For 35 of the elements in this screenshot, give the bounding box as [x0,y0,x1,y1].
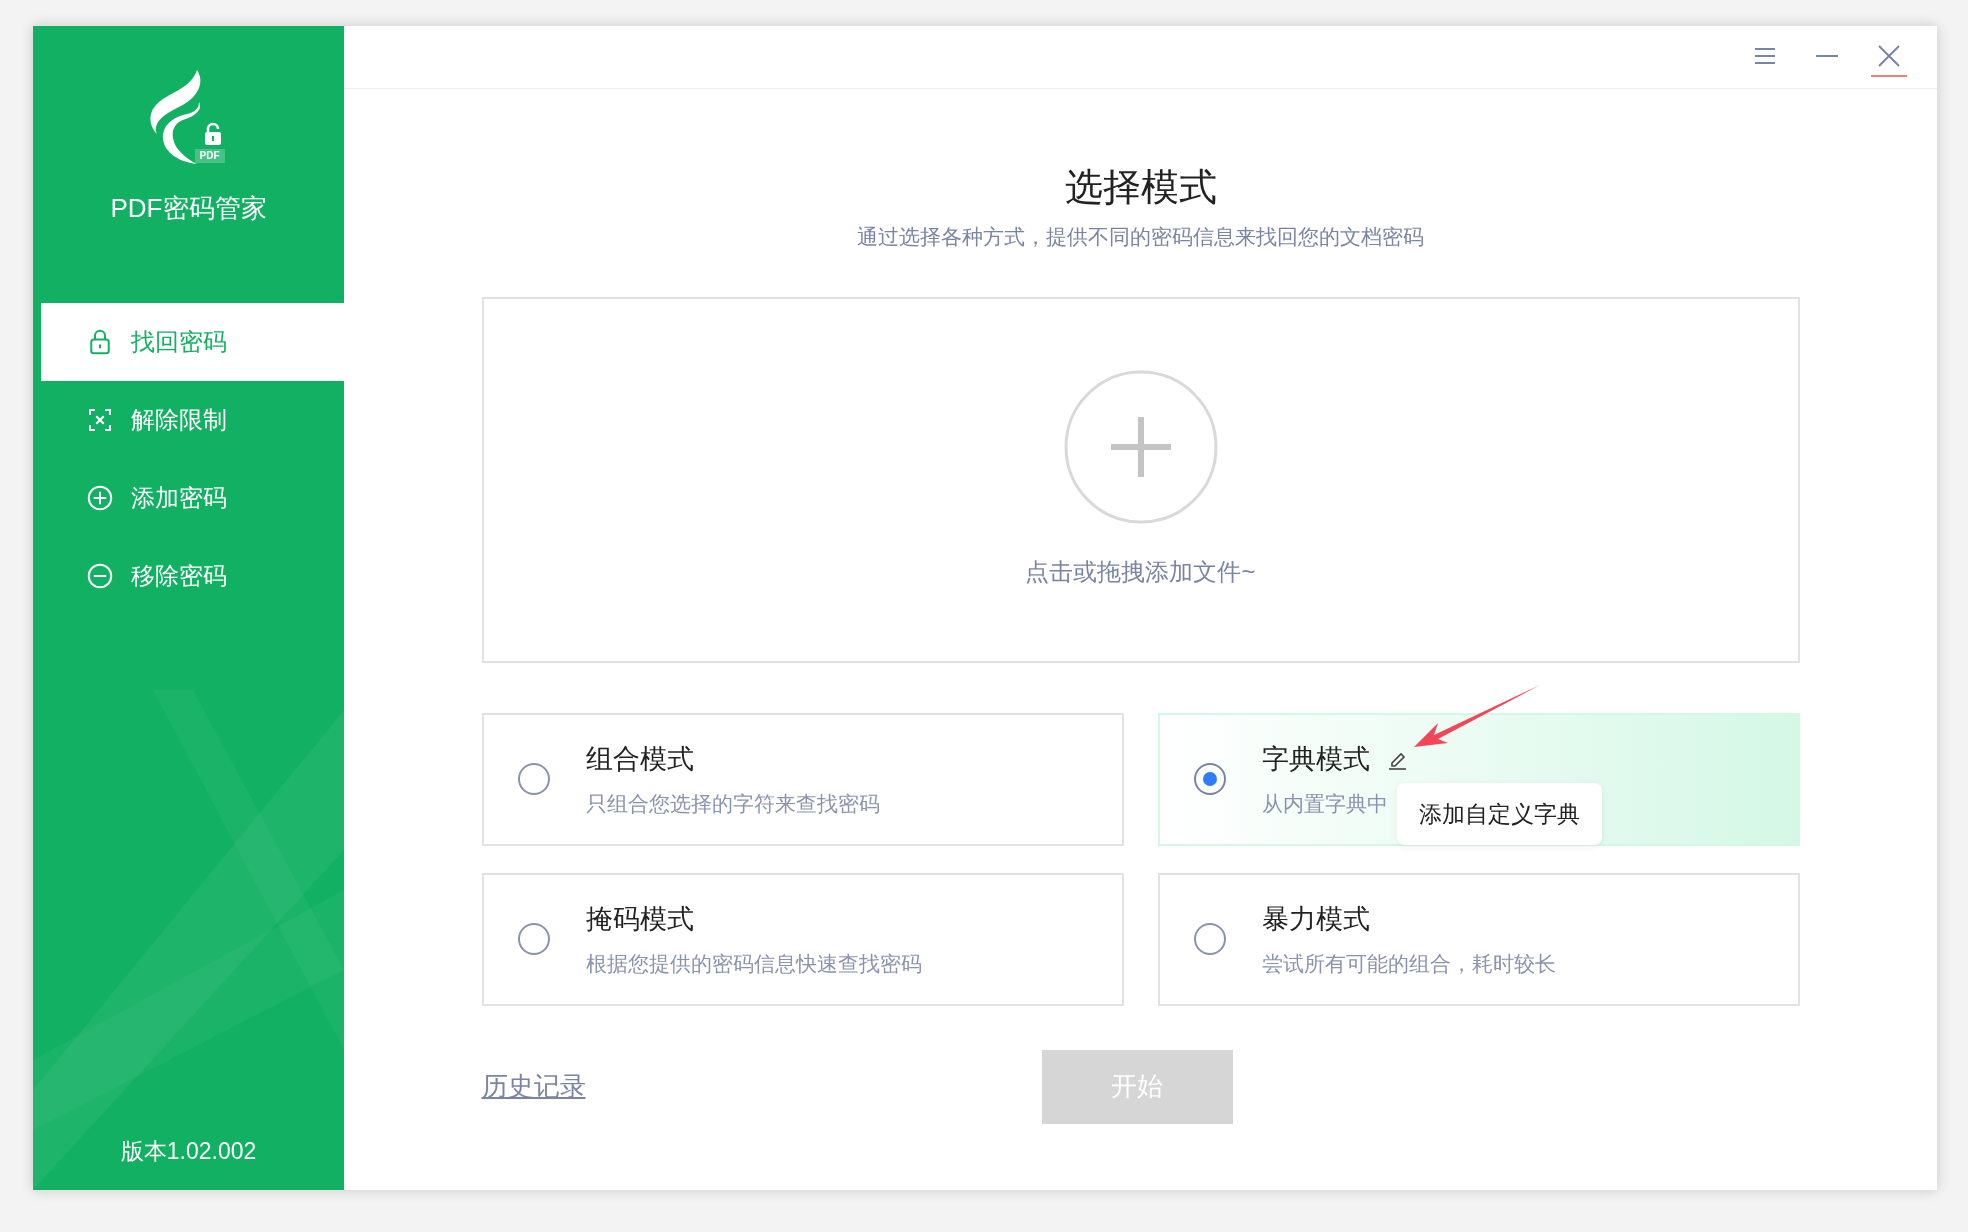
mode-title: 组合模式 [585,743,694,776]
mode-description: 只组合您选择的字符来查找密码 [585,790,880,817]
sidebar-item[interactable]: 添加密码 [41,459,344,537]
mode-title: 字典模式 [1261,743,1370,776]
sidebar-item[interactable]: 移除密码 [41,537,344,615]
mode-description: 根据您提供的密码信息快速查找密码 [585,950,922,977]
mode-title: 暴力模式 [1261,903,1370,936]
radio-button[interactable] [1193,763,1226,795]
app-name: PDF密码管家 [110,192,267,225]
mode-card[interactable]: 字典模式 从内置字典中 添加自定义字典 [1157,712,1800,846]
radio-button[interactable] [517,923,550,955]
menu-icon [1753,46,1777,66]
close-icon [1877,44,1901,68]
plus-circle-icon [85,483,115,513]
sidebar-item[interactable]: 解除限制 [41,381,344,459]
radio-button[interactable] [1193,923,1226,955]
mode-description: 从内置字典中 [1261,790,1389,817]
sidebar-item[interactable]: 找回密码 [41,303,344,381]
dropzone-hint: 点击或拖拽添加文件~ [1025,556,1256,587]
history-link[interactable]: 历史记录 [481,1067,586,1106]
mode-card[interactable]: 掩码模式 根据您提供的密码信息快速查找密码 [481,872,1124,1006]
page-title: 选择模式 [1064,165,1217,210]
mode-card[interactable]: 暴力模式 尝试所有可能的组合，耗时较长 [1157,872,1800,1006]
minimize-icon [1815,54,1839,58]
mode-card[interactable]: 组合模式 只组合您选择的字符来查找密码 [481,712,1124,846]
mode-description: 尝试所有可能的组合，耗时较长 [1261,950,1556,977]
version-label: 版本1.02.002 [120,1136,257,1166]
tooltip: 添加自定义字典 [1396,782,1602,845]
file-dropzone[interactable]: 点击或拖拽添加文件~ [481,296,1800,663]
plus-circle-icon [1063,369,1218,524]
mode-title: 掩码模式 [585,903,694,936]
radio-button[interactable] [517,763,550,795]
logo-badge: PDF [194,149,225,163]
minus-circle-icon [85,561,115,591]
page-subtitle: 通过选择各种方式，提供不同的密码信息来找回您的文档密码 [857,224,1424,250]
